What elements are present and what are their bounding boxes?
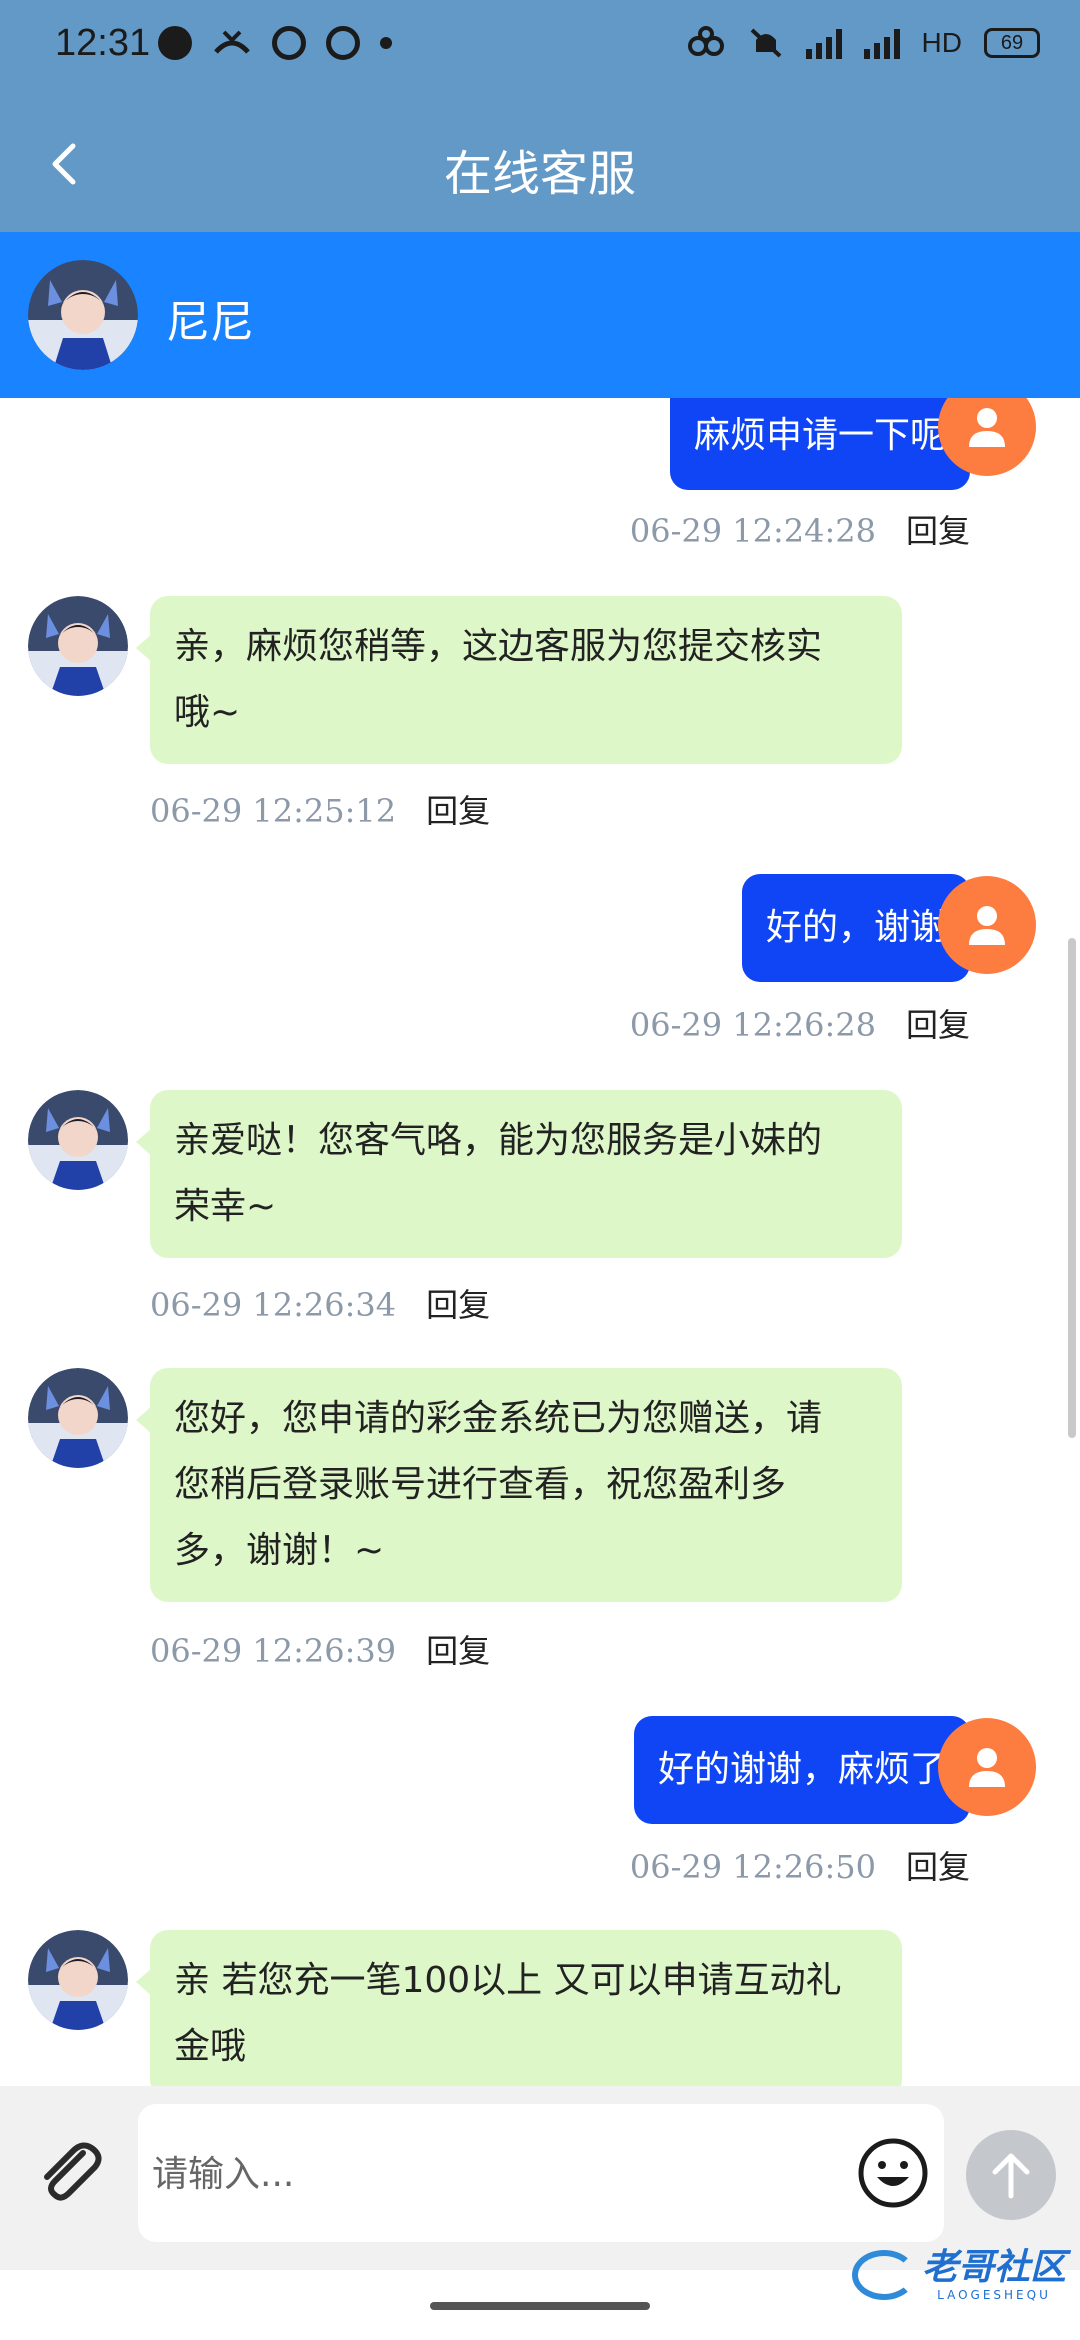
status-bar: 12:31 HD 69 xyxy=(0,0,1080,96)
arrow-up-icon xyxy=(992,2153,1030,2199)
watermark-logo: 老哥社区 LAOGESHEQU xyxy=(851,2240,1066,2310)
reply-link[interactable]: 回复 xyxy=(426,1280,490,1326)
send-button[interactable] xyxy=(966,2130,1056,2220)
message-bubble-agent[interactable]: 您好，您申请的彩金系统已为您赠送，请 您稍后登录账号进行查看，祝您盈利多 多，谢… xyxy=(136,1368,902,1602)
chat-notification-icon xyxy=(158,26,192,60)
agent-avatar[interactable] xyxy=(28,1090,128,1190)
status-time: 12:31 xyxy=(55,22,151,64)
message-timestamp: 06-29 12:26:34 xyxy=(150,1286,397,1324)
message-line: 亲，麻烦您稍等，这边客服为您提交核实 xyxy=(174,626,823,667)
link-icon xyxy=(687,26,724,56)
paperclip-icon xyxy=(44,2142,102,2201)
reply-link[interactable]: 回复 xyxy=(906,506,970,552)
message-bubble-user[interactable]: 好的谢谢，麻烦了 xyxy=(633,1716,985,1824)
agent-avatar[interactable] xyxy=(28,596,128,696)
message-timestamp: 06-29 12:24:28 xyxy=(629,512,876,550)
home-indicator[interactable] xyxy=(430,2302,650,2310)
user-avatar xyxy=(938,876,1036,974)
message-line: 亲 若您充一笔100以上 又可以申请互动礼 xyxy=(174,1960,842,2001)
signal-4g-icon xyxy=(863,27,900,59)
user-avatar xyxy=(938,1718,1036,1816)
system-icons: HD 69 xyxy=(686,26,1040,60)
nav-bar: 在线客服 xyxy=(0,96,1080,232)
chat-message-list[interactable]: 麻烦申请一下呢 06-29 12:24:28 回复 亲，麻烦您稍等，这边客服为您… xyxy=(0,398,1080,2086)
agent-header: 尼尼 xyxy=(0,232,1080,398)
reply-link[interactable]: 回复 xyxy=(426,786,490,832)
attach-button[interactable] xyxy=(28,2130,112,2214)
agent-avatar[interactable] xyxy=(28,1930,128,2030)
message-timestamp: 06-29 12:26:50 xyxy=(629,1848,876,1886)
message-meta: 06-29 12:26:50 回复 xyxy=(630,1842,970,1888)
message-timestamp: 06-29 12:25:12 xyxy=(150,792,397,830)
reply-link[interactable]: 回复 xyxy=(906,1842,970,1888)
message-line: 亲爱哒！您客气咯，能为您服务是小妹的 xyxy=(174,1120,823,1161)
message-bubble-agent[interactable]: 亲，麻烦您稍等，这边客服为您提交核实 哦~ xyxy=(136,596,902,764)
missed-call-icon xyxy=(214,30,250,54)
message-line: 哦~ xyxy=(174,692,241,733)
message-meta: 06-29 12:26:28 回复 xyxy=(630,1000,970,1046)
message-input[interactable] xyxy=(152,2132,842,2216)
watermark-subtext: LAOGESHEQU xyxy=(937,2288,1051,2302)
signal-5g-icon xyxy=(805,27,842,59)
message-timestamp: 06-29 12:26:28 xyxy=(629,1006,876,1044)
message-line: 金哦 xyxy=(174,2026,247,2067)
message-bubble-user[interactable]: 好的，谢谢 xyxy=(741,874,985,982)
q-app-icon xyxy=(326,26,360,60)
scrollbar[interactable] xyxy=(1068,938,1076,1438)
message-bubble-agent[interactable]: 亲 若您充一笔100以上 又可以申请互动礼 金哦 xyxy=(136,1930,902,2086)
message-line: 荣幸~ xyxy=(174,1186,277,1227)
mute-icon xyxy=(750,28,781,58)
message-meta: 06-29 12:24:28 回复 xyxy=(630,506,970,552)
message-timestamp: 06-29 12:26:39 xyxy=(150,1632,397,1670)
message-line: 您好，您申请的彩金系统已为您赠送，请 xyxy=(174,1398,823,1439)
reply-link[interactable]: 回复 xyxy=(426,1626,490,1672)
message-meta: 06-29 12:26:34 回复 xyxy=(150,1280,490,1326)
user-icon xyxy=(969,1748,1005,1787)
agent-avatar[interactable] xyxy=(28,1368,128,1468)
user-icon xyxy=(969,408,1005,447)
hd-label: HD xyxy=(921,27,962,58)
message-line: 多，谢谢！~ xyxy=(174,1530,385,1571)
user-icon xyxy=(969,906,1005,945)
message-bubble-user[interactable]: 麻烦申请一下呢 xyxy=(669,398,985,490)
emoji-button[interactable] xyxy=(852,2132,934,2214)
message-input-container xyxy=(138,2104,944,2242)
reply-link[interactable]: 回复 xyxy=(906,1000,970,1046)
battery-icon: 69 xyxy=(984,28,1040,58)
message-meta: 06-29 12:25:12 回复 xyxy=(150,786,490,832)
agent-avatar[interactable] xyxy=(28,260,138,370)
dragon-logo-icon xyxy=(851,2250,916,2300)
watermark-text: 老哥社区 xyxy=(921,2247,1066,2288)
message-meta: 06-29 12:26:39 回复 xyxy=(150,1626,490,1672)
message-line: 您稍后登录账号进行查看，祝您盈利多 xyxy=(174,1464,787,1505)
smiley-icon xyxy=(858,2138,928,2208)
check-circle-icon xyxy=(272,26,306,60)
notification-icons xyxy=(158,26,392,60)
message-bubble-agent[interactable]: 亲爱哒！您客气咯，能为您服务是小妹的 荣幸~ xyxy=(136,1090,902,1258)
page-title: 在线客服 xyxy=(443,146,636,202)
agent-name: 尼尼 xyxy=(166,297,254,348)
more-notifications-dot-icon xyxy=(380,37,392,49)
